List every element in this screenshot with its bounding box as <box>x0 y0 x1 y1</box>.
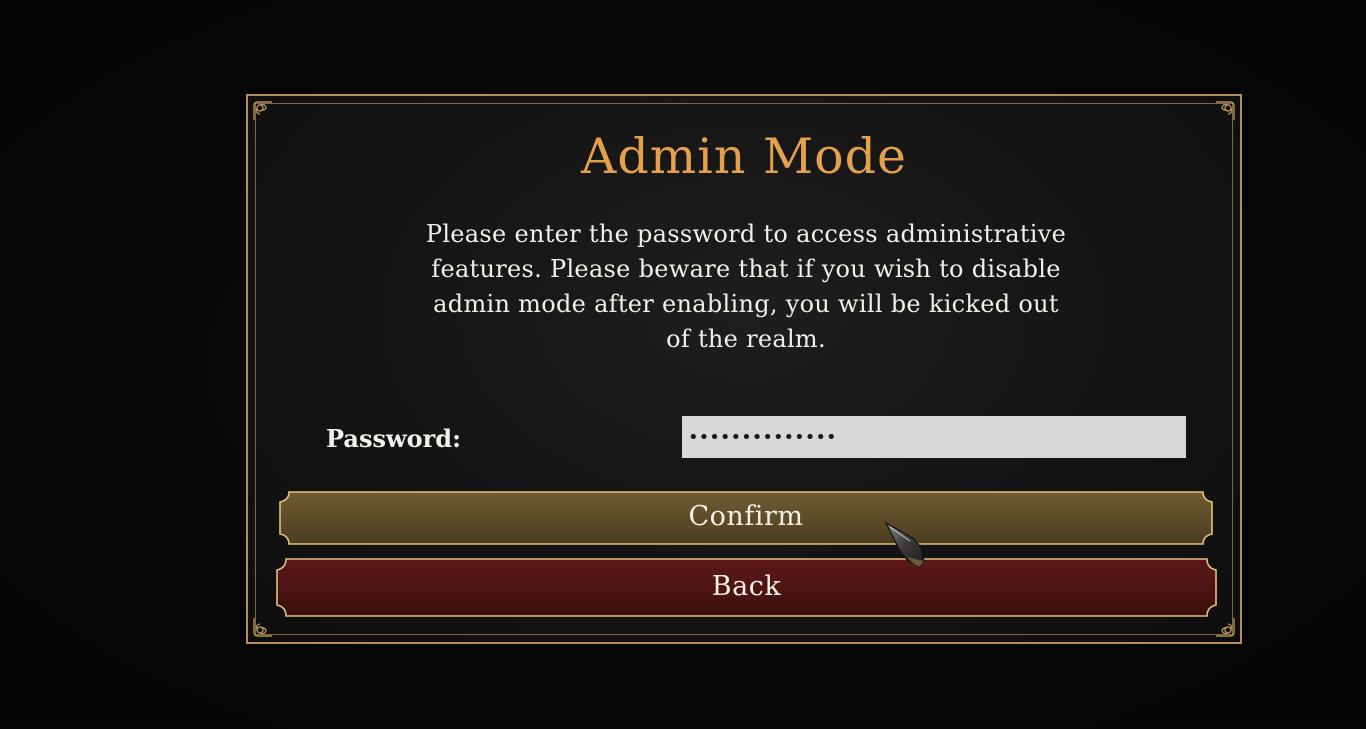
admin-mode-dialog: Admin Mode Please enter the password to … <box>246 94 1242 644</box>
password-label: Password: <box>326 424 461 453</box>
confirm-button-label: Confirm <box>688 501 804 532</box>
password-input[interactable] <box>682 416 1186 458</box>
corner-ornament-icon <box>252 100 274 122</box>
corner-ornament-icon <box>1214 100 1236 122</box>
dialog-title: Admin Mode <box>580 128 908 185</box>
corner-ornament-icon <box>252 616 274 638</box>
gauntlet-cursor-icon <box>884 521 925 568</box>
game-screen: Admin Mode Please enter the password to … <box>0 0 1366 729</box>
corner-ornament-icon <box>1214 616 1236 638</box>
dialog-description: Please enter the password to access admi… <box>425 220 1067 353</box>
back-button-label: Back <box>711 571 782 602</box>
confirm-button[interactable]: Confirm <box>279 491 1213 545</box>
back-button[interactable]: Back <box>276 558 1217 617</box>
